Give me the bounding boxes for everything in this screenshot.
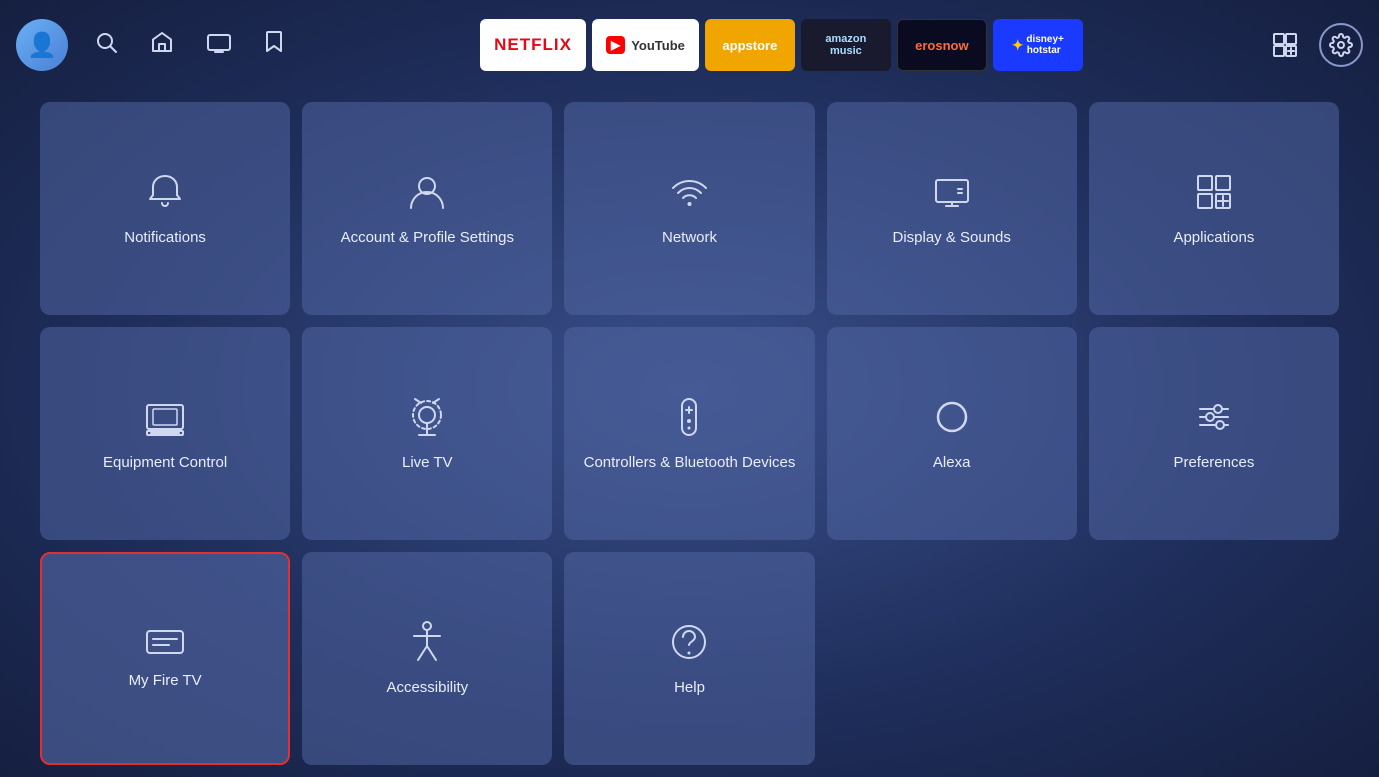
firetv-icon: [143, 627, 187, 657]
tile-notifications-label: Notifications: [124, 228, 206, 248]
tile-preferences-label: Preferences: [1173, 453, 1254, 473]
tile-empty2: [1089, 552, 1339, 765]
youtube-button[interactable]: ▶ YouTube: [592, 19, 699, 71]
avatar-icon[interactable]: 👤: [16, 19, 68, 71]
hotstar-button[interactable]: ✦ disney+hotstar: [993, 19, 1083, 71]
tile-help-label: Help: [674, 678, 705, 698]
tile-my-fire-tv-label: My Fire TV: [129, 671, 202, 691]
tile-alexa[interactable]: Alexa: [827, 327, 1077, 540]
help-icon: [667, 620, 711, 664]
tile-accessibility[interactable]: Accessibility: [302, 552, 552, 765]
tile-applications-label: Applications: [1173, 228, 1254, 248]
tile-account-profile[interactable]: Account & Profile Settings: [302, 102, 552, 315]
wifi-icon: [667, 170, 711, 214]
settings-icon[interactable]: [1319, 23, 1363, 67]
netflix-button[interactable]: NETFLIX: [480, 19, 586, 71]
tile-network-label: Network: [662, 228, 717, 248]
tile-help[interactable]: Help: [564, 552, 814, 765]
grid-plus-icon[interactable]: [1263, 23, 1307, 67]
tile-account-label: Account & Profile Settings: [341, 228, 514, 248]
tile-alexa-label: Alexa: [933, 453, 971, 473]
home-icon[interactable]: [144, 24, 180, 66]
topbar: 👤 NETFLIX ▶ YouTube appstore amazonmusic…: [0, 0, 1379, 90]
erosnow-button[interactable]: erosnow: [897, 19, 987, 71]
tv-icon[interactable]: [200, 24, 238, 66]
tile-notifications[interactable]: Notifications: [40, 102, 290, 315]
tile-network[interactable]: Network: [564, 102, 814, 315]
person-icon: [405, 170, 449, 214]
tile-controllers-label: Controllers & Bluetooth Devices: [584, 453, 796, 473]
bell-icon: [143, 170, 187, 214]
display-icon: [930, 170, 974, 214]
tile-live-tv[interactable]: Live TV: [302, 327, 552, 540]
settings-grid: Notifications Account & Profile Settings…: [0, 90, 1379, 777]
alexa-icon: [930, 395, 974, 439]
monitor-icon: [143, 395, 187, 439]
tile-accessibility-label: Accessibility: [386, 678, 468, 698]
appstore-button[interactable]: appstore: [705, 19, 795, 71]
antenna-icon: [405, 395, 449, 439]
tile-display-sounds[interactable]: Display & Sounds: [827, 102, 1077, 315]
remote-icon: [674, 395, 704, 439]
tile-live-tv-label: Live TV: [402, 453, 453, 473]
tile-applications[interactable]: Applications: [1089, 102, 1339, 315]
apps-icon: [1192, 170, 1236, 214]
tile-equipment-control[interactable]: Equipment Control: [40, 327, 290, 540]
topbar-apps: NETFLIX ▶ YouTube appstore amazonmusic e…: [318, 19, 1245, 71]
tile-my-fire-tv[interactable]: My Fire TV: [40, 552, 290, 765]
search-icon[interactable]: [88, 24, 124, 66]
sliders-icon: [1192, 395, 1236, 439]
topbar-right: [1263, 23, 1363, 67]
tile-display-label: Display & Sounds: [892, 228, 1010, 248]
bookmark-icon[interactable]: [258, 24, 290, 66]
amazonmusic-button[interactable]: amazonmusic: [801, 19, 891, 71]
tile-preferences[interactable]: Preferences: [1089, 327, 1339, 540]
topbar-left: 👤: [16, 19, 290, 71]
tile-controllers-bluetooth[interactable]: Controllers & Bluetooth Devices: [564, 327, 814, 540]
accessibility-icon: [408, 620, 446, 664]
tile-empty1: [827, 552, 1077, 765]
tile-equipment-label: Equipment Control: [103, 453, 227, 473]
